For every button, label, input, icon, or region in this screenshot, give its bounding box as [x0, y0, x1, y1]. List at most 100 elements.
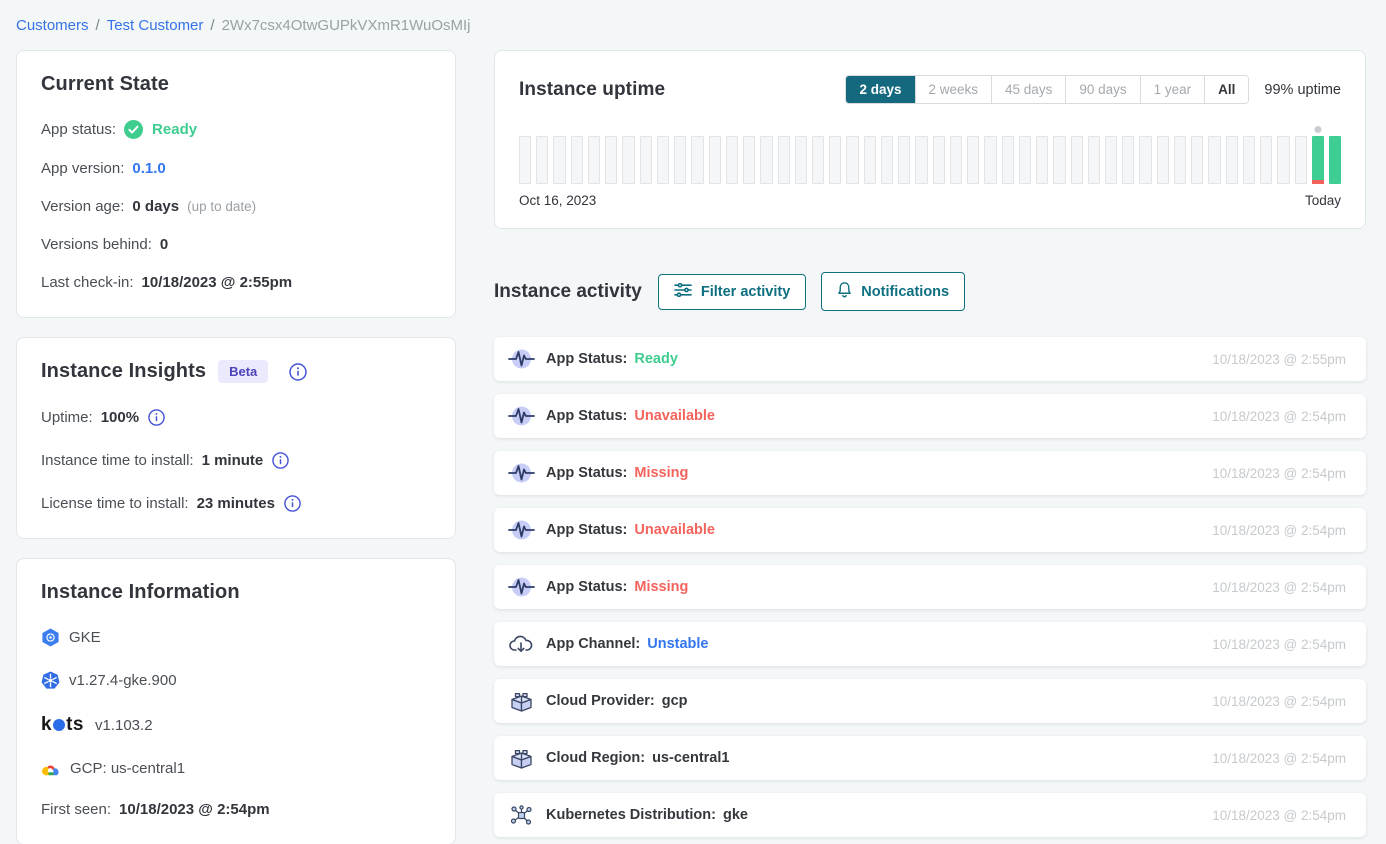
- uptime-bar[interactable]: [726, 136, 738, 184]
- range-button-2-days[interactable]: 2 days: [846, 76, 914, 103]
- app-version-row: App version: 0.1.0: [41, 160, 431, 177]
- activity-value: Missing: [634, 465, 688, 481]
- first-seen-label: First seen:: [41, 801, 111, 818]
- uptime-bar[interactable]: [657, 136, 669, 184]
- uptime-bar[interactable]: [1191, 136, 1203, 184]
- uptime-bar[interactable]: [709, 136, 721, 184]
- box-icon: [507, 691, 535, 712]
- range-button-45-days[interactable]: 45 days: [991, 76, 1065, 103]
- uptime-bar[interactable]: [519, 136, 531, 184]
- uptime-bar[interactable]: [1053, 136, 1065, 184]
- uptime-insight-value: 100%: [101, 409, 139, 426]
- main-content-column: Instance uptime 2 days 2 weeks 45 days 9…: [494, 50, 1366, 844]
- uptime-bar[interactable]: [743, 136, 755, 184]
- filter-activity-button[interactable]: Filter activity: [658, 274, 806, 310]
- uptime-insight-label: Uptime:: [41, 409, 93, 426]
- uptime-bar[interactable]: [1243, 136, 1255, 184]
- activity-timestamp: 10/18/2023 @ 2:54pm: [1212, 466, 1346, 481]
- range-button-2-weeks[interactable]: 2 weeks: [915, 76, 992, 103]
- info-icon[interactable]: [148, 409, 165, 426]
- info-icon[interactable]: [289, 363, 307, 381]
- activity-value: us-central1: [652, 750, 729, 766]
- uptime-bar[interactable]: [864, 136, 876, 184]
- activity-row[interactable]: Cloud Region: us-central1 10/18/2023 @ 2…: [494, 736, 1366, 780]
- uptime-bar[interactable]: [1088, 136, 1100, 184]
- uptime-bar[interactable]: [1174, 136, 1186, 184]
- network-icon: [507, 805, 535, 826]
- activity-row[interactable]: Cloud Provider: gcp 10/18/2023 @ 2:54pm: [494, 679, 1366, 723]
- uptime-bar[interactable]: [691, 136, 703, 184]
- activity-row[interactable]: App Channel: Unstable 10/18/2023 @ 2:54p…: [494, 622, 1366, 666]
- app-status-value: Ready: [152, 121, 197, 138]
- uptime-bar[interactable]: [1208, 136, 1220, 184]
- uptime-bar[interactable]: [640, 136, 652, 184]
- activity-row[interactable]: App Status: Missing 10/18/2023 @ 2:54pm: [494, 451, 1366, 495]
- current-state-card: Current State App status: Ready App vers…: [16, 50, 456, 318]
- activity-row[interactable]: App Status: Unavailable 10/18/2023 @ 2:5…: [494, 394, 1366, 438]
- activity-row[interactable]: Kubernetes Distribution: gke 10/18/2023 …: [494, 793, 1366, 837]
- activity-timestamp: 10/18/2023 @ 2:54pm: [1212, 409, 1346, 424]
- uptime-bar[interactable]: [915, 136, 927, 184]
- uptime-bar[interactable]: [1157, 136, 1169, 184]
- app-version-link[interactable]: 0.1.0: [132, 160, 165, 177]
- uptime-bar[interactable]: [1036, 136, 1048, 184]
- license-tti-value: 23 minutes: [197, 495, 275, 512]
- activity-value: Ready: [634, 351, 678, 367]
- notifications-button[interactable]: Notifications: [821, 272, 965, 311]
- uptime-bar[interactable]: [1260, 136, 1272, 184]
- uptime-bar[interactable]: [1277, 136, 1289, 184]
- uptime-bar[interactable]: [1295, 136, 1307, 184]
- uptime-bar[interactable]: [795, 136, 807, 184]
- instance-tti-value: 1 minute: [202, 452, 264, 469]
- uptime-bar[interactable]: [571, 136, 583, 184]
- uptime-bar[interactable]: [1122, 136, 1134, 184]
- range-button-all[interactable]: All: [1204, 76, 1248, 103]
- kots-version-row: kts v1.103.2: [41, 714, 431, 736]
- uptime-bar[interactable]: [553, 136, 565, 184]
- info-icon[interactable]: [284, 495, 301, 512]
- breadcrumb: Customers/Test Customer/2Wx7csx4OtwGUPkV…: [0, 0, 1386, 34]
- activity-label: App Channel:: [546, 636, 640, 652]
- uptime-bar[interactable]: [1071, 136, 1083, 184]
- uptime-bar[interactable]: [967, 136, 979, 184]
- versions-behind-row: Versions behind: 0: [41, 236, 431, 253]
- breadcrumb-separator: /: [210, 17, 214, 34]
- uptime-bar[interactable]: [829, 136, 841, 184]
- uptime-bar[interactable]: [778, 136, 790, 184]
- uptime-bar[interactable]: [588, 136, 600, 184]
- uptime-bar[interactable]: [1002, 136, 1014, 184]
- uptime-bar[interactable]: [1019, 136, 1031, 184]
- pulse-icon: [507, 519, 535, 541]
- uptime-bar[interactable]: [1226, 136, 1238, 184]
- uptime-bar[interactable]: [622, 136, 634, 184]
- range-button-1-year[interactable]: 1 year: [1140, 76, 1205, 103]
- activity-timestamp: 10/18/2023 @ 2:54pm: [1212, 751, 1346, 766]
- instance-uptime-title: Instance uptime: [519, 79, 665, 101]
- uptime-insight-row: Uptime: 100%: [41, 409, 431, 426]
- breadcrumb-instance-id: 2Wx7csx4OtwGUPkVXmR1WuOsMIj: [222, 17, 471, 34]
- breadcrumb-customer-link[interactable]: Test Customer: [107, 17, 204, 34]
- activity-row[interactable]: App Status: Ready 10/18/2023 @ 2:55pm: [494, 337, 1366, 381]
- cloud-download-icon: [507, 634, 535, 654]
- uptime-bar[interactable]: [1329, 136, 1341, 184]
- breadcrumb-customers-link[interactable]: Customers: [16, 17, 89, 34]
- activity-row[interactable]: App Status: Missing 10/18/2023 @ 2:54pm: [494, 565, 1366, 609]
- uptime-bar[interactable]: [846, 136, 858, 184]
- uptime-bar[interactable]: [674, 136, 686, 184]
- uptime-bar[interactable]: [1105, 136, 1117, 184]
- uptime-bar[interactable]: [1139, 136, 1151, 184]
- uptime-bar[interactable]: [984, 136, 996, 184]
- uptime-bar[interactable]: [933, 136, 945, 184]
- uptime-bar[interactable]: [536, 136, 548, 184]
- uptime-bar[interactable]: [760, 136, 772, 184]
- uptime-bar[interactable]: [1312, 136, 1324, 184]
- uptime-bar[interactable]: [881, 136, 893, 184]
- uptime-bar[interactable]: [950, 136, 962, 184]
- kubernetes-icon: [41, 671, 60, 690]
- uptime-bar[interactable]: [898, 136, 910, 184]
- uptime-bar[interactable]: [605, 136, 617, 184]
- activity-row[interactable]: App Status: Unavailable 10/18/2023 @ 2:5…: [494, 508, 1366, 552]
- info-icon[interactable]: [272, 452, 289, 469]
- range-button-90-days[interactable]: 90 days: [1065, 76, 1139, 103]
- uptime-bar[interactable]: [812, 136, 824, 184]
